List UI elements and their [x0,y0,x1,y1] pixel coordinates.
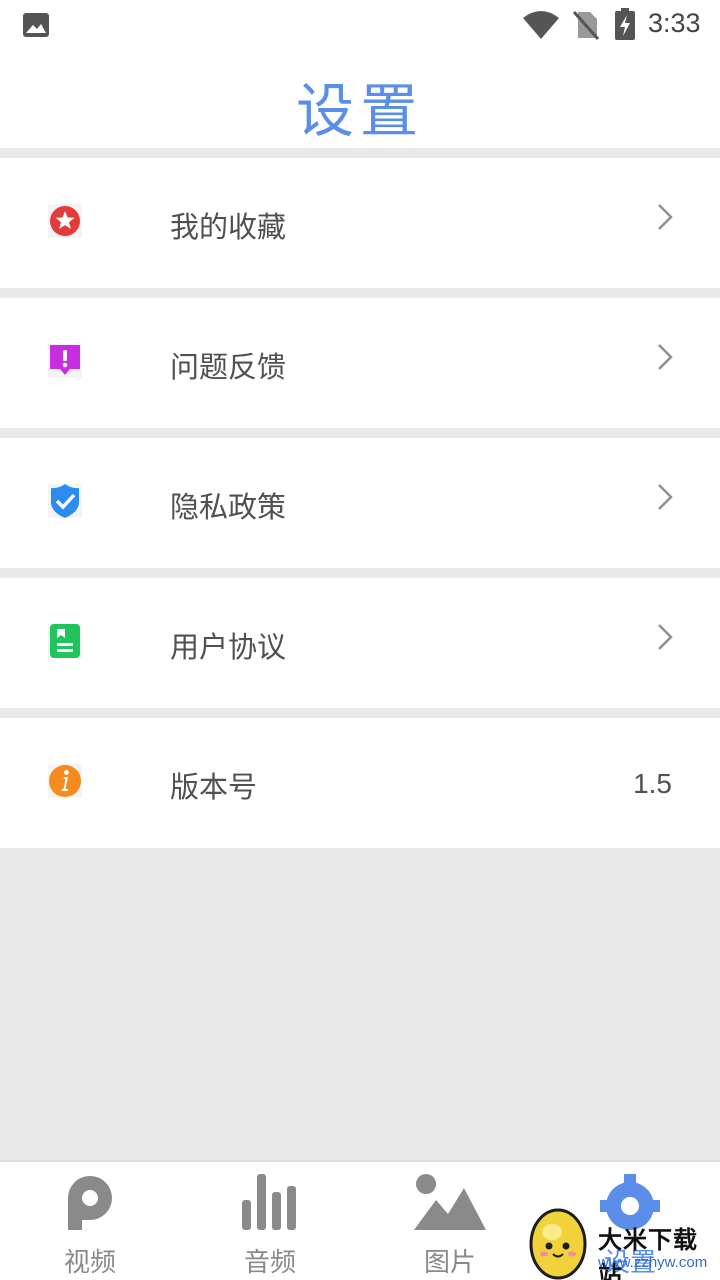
settings-item-label: 用户协议 [170,630,287,664]
info-icon [48,764,82,798]
no-sim-icon [572,11,600,40]
page-title: 设置 [295,77,424,145]
settings-item-label: 问题反馈 [170,350,287,384]
version-value: 1.5 [633,768,672,799]
chevron-right-icon [658,624,673,650]
tab-image[interactable]: 图片 [360,1162,540,1280]
page-header: 设置 [0,52,720,148]
video-p-icon [68,1176,112,1230]
chevron-right-icon [658,204,673,230]
settings-item-label: 隐私政策 [170,490,287,524]
settings-item-agreement[interactable]: 用户协议 [0,578,720,708]
image-mountain-icon [414,1174,486,1230]
chevron-right-icon [658,344,673,370]
settings-item-version: 版本号 1.5 [0,718,720,848]
chevron-right-icon [658,484,673,510]
gallery-notification-icon [23,13,49,37]
settings-item-favorites[interactable]: 我的收藏 [0,158,720,288]
battery-charging-icon [615,8,635,40]
settings-item-feedback[interactable]: 问题反馈 [0,298,720,428]
privacy-shield-icon [48,484,82,518]
settings-item-privacy[interactable]: 隐私政策 [0,438,720,568]
audio-bars-icon [242,1174,296,1230]
settings-item-label: 版本号 [170,770,258,804]
watermark-logo: 大米下载站 www.zzhyw.com [526,1202,720,1280]
tab-label: 图片 [423,1248,476,1278]
rice-mascot-icon [529,1208,587,1280]
watermark-url: www.zzhyw.com [598,1254,708,1271]
watermark-name: 大米下载站 [598,1226,698,1280]
agreement-document-icon [48,624,82,658]
status-bar: 3:33 [0,0,720,52]
settings-item-label: 我的收藏 [170,210,287,244]
tab-video[interactable]: 视频 [0,1162,180,1280]
wifi-icon [523,11,559,39]
feedback-alert-icon [48,344,82,378]
favorites-star-icon [48,204,82,238]
tab-label: 视频 [63,1248,116,1278]
tab-label: 音频 [243,1248,296,1278]
status-time: 3:33 [648,8,701,38]
tab-audio[interactable]: 音频 [180,1162,360,1280]
